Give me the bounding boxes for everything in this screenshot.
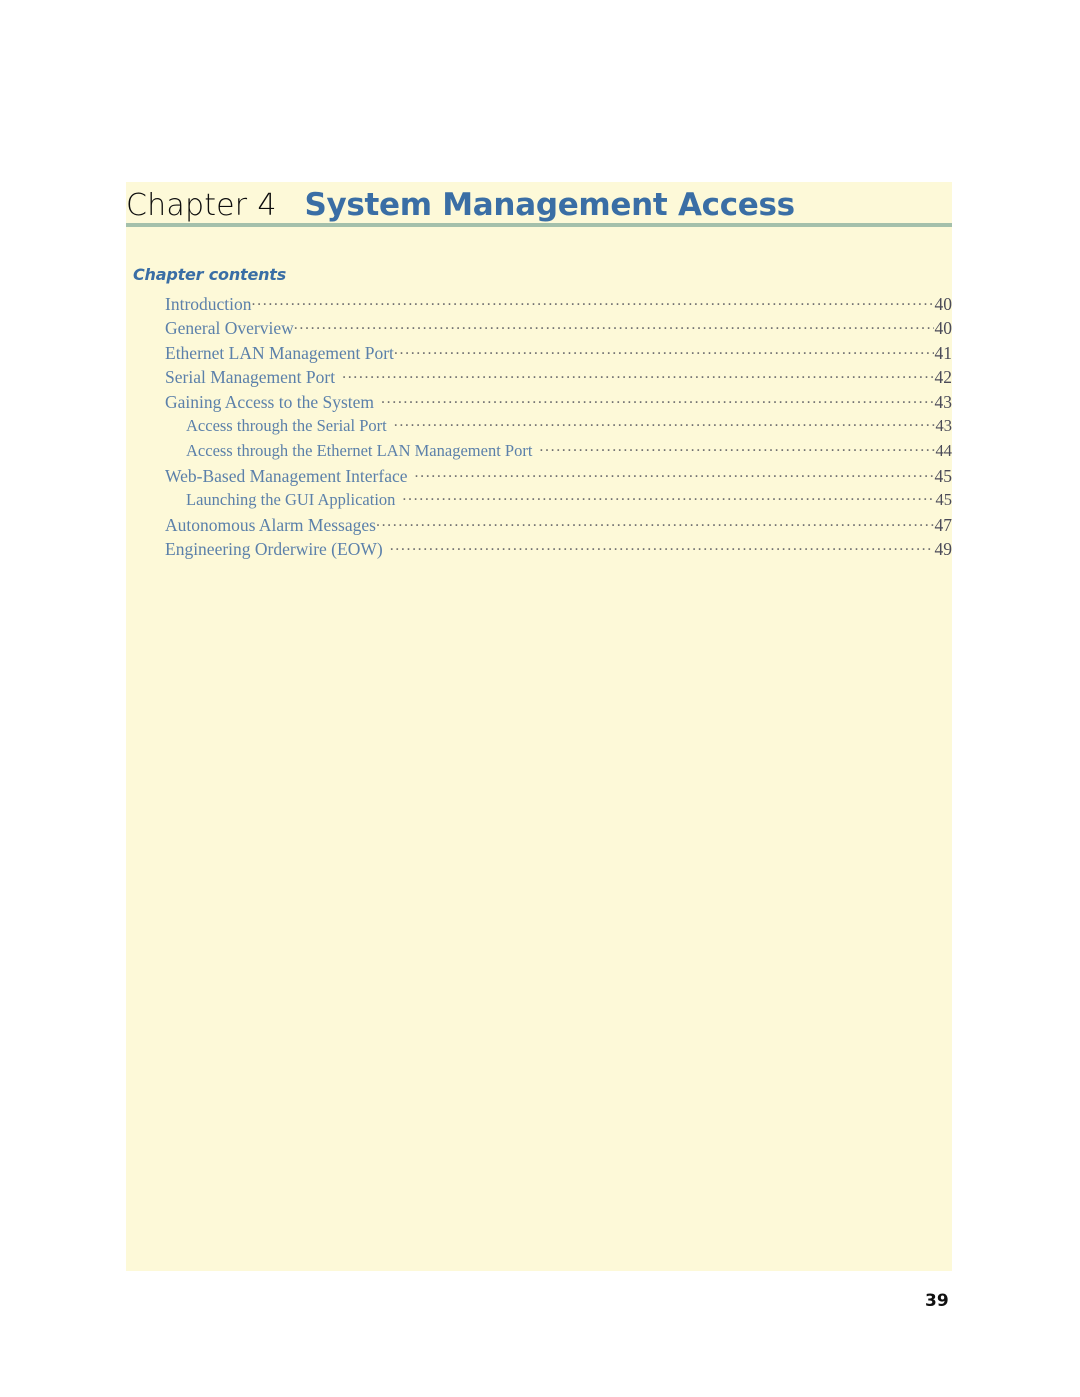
- toc-entry-title: Gaining Access to the System: [165, 391, 375, 412]
- toc-dot-leader: [394, 341, 934, 359]
- chapter-contents-heading: Chapter contents: [133, 265, 287, 284]
- toc-entry[interactable]: Ethernet LAN Management Port 41: [126, 341, 952, 366]
- toc-entry[interactable]: Access through the Serial Port 43: [126, 415, 952, 440]
- toc-dot-leader: [294, 317, 934, 335]
- toc-entry-page-number: 47: [934, 514, 953, 535]
- toc-entry[interactable]: Autonomous Alarm Messages 47: [126, 513, 952, 538]
- toc-entry-page-number: 40: [934, 293, 953, 314]
- toc-entry-title: Launching the GUI Application: [186, 490, 396, 510]
- toc-entry-title: Ethernet LAN Management Port: [165, 342, 394, 363]
- toc-entry[interactable]: Introduction 40: [126, 292, 952, 317]
- toc-dot-leader: [394, 415, 935, 432]
- toc-dot-leader: [342, 366, 933, 384]
- page-number-folio: 39: [925, 1291, 949, 1311]
- toc-dot-leader: [539, 440, 934, 457]
- toc-entry-page-number: 43: [935, 416, 953, 436]
- toc-dot-leader: [390, 538, 934, 556]
- chapter-page-panel: Chapter 4 System Management Access Chapt…: [126, 182, 952, 1271]
- toc-dot-leader: [376, 513, 934, 531]
- toc-dot-leader: [252, 292, 934, 310]
- toc-dot-leader: [415, 464, 934, 482]
- toc-entry-page-number: 44: [935, 441, 953, 461]
- toc-dot-leader: [381, 390, 933, 408]
- toc-entry-title: Serial Management Port: [165, 367, 336, 388]
- toc-entry-title: Engineering Orderwire (EOW): [165, 539, 383, 560]
- toc-entry[interactable]: Serial Management Port 42: [126, 366, 952, 391]
- chapter-header: Chapter 4 System Management Access: [126, 182, 952, 223]
- toc-entry-title: Access through the Ethernet LAN Manageme…: [186, 441, 533, 461]
- chapter-label: Chapter: [126, 188, 248, 223]
- toc-entry-page-number: 49: [934, 539, 953, 560]
- toc-dot-leader: [402, 489, 934, 506]
- toc-entry[interactable]: Access through the Ethernet LAN Manageme…: [126, 440, 952, 465]
- toc-entry[interactable]: Gaining Access to the System 43: [126, 390, 952, 415]
- toc-entry[interactable]: General Overview 40: [126, 317, 952, 342]
- toc-entry-page-number: 43: [934, 391, 953, 412]
- toc-entry-title: Web-Based Management Interface: [165, 465, 408, 486]
- chapter-number: 4: [257, 188, 277, 223]
- toc-entry-page-number: 45: [935, 490, 953, 510]
- toc-entry-title: General Overview: [165, 318, 294, 339]
- toc-entry-title: Introduction: [165, 293, 252, 314]
- table-of-contents: Introduction40General Overview40Ethernet…: [126, 292, 952, 563]
- toc-entry-page-number: 42: [934, 367, 953, 388]
- toc-entry[interactable]: Engineering Orderwire (EOW) 49: [126, 538, 952, 563]
- toc-entry-title: Autonomous Alarm Messages: [165, 514, 376, 535]
- toc-entry[interactable]: Web-Based Management Interface 45: [126, 464, 952, 489]
- header-divider-rule: [126, 223, 952, 227]
- toc-entry-page-number: 45: [934, 465, 953, 486]
- toc-entry-page-number: 41: [934, 342, 953, 363]
- chapter-title: System Management Access: [304, 187, 795, 223]
- toc-entry-title: Access through the Serial Port: [186, 416, 387, 436]
- toc-entry-page-number: 40: [934, 318, 953, 339]
- toc-entry[interactable]: Launching the GUI Application 45: [126, 489, 952, 514]
